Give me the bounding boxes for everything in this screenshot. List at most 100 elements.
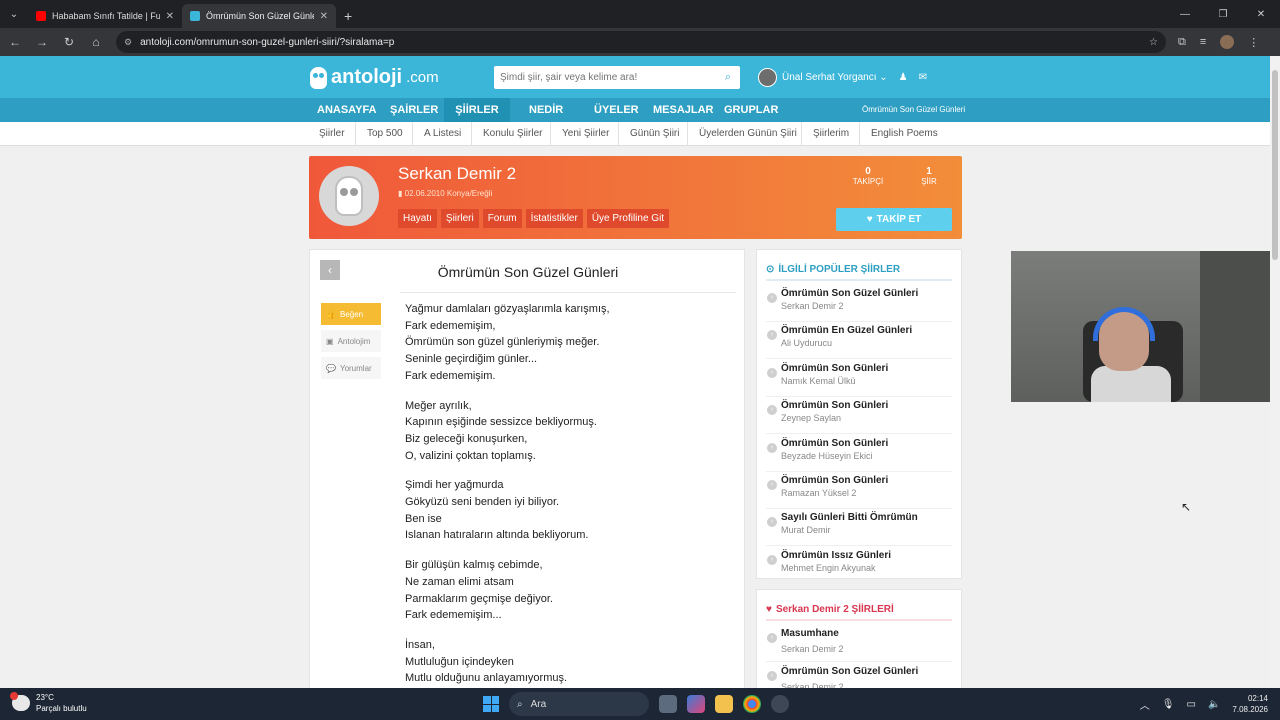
subnav-a-listesi[interactable]: A Listesi: [412, 122, 461, 145]
close-window-icon[interactable]: ✕: [1242, 0, 1280, 28]
poem-author[interactable]: Namık Kemal Ülkü: [781, 376, 856, 386]
address-bar[interactable]: ⚙ antoloji.com/omrumun-son-guzel-gunleri…: [116, 31, 1166, 53]
poem-link-title[interactable]: Ömrümün Issız Günleri: [781, 550, 891, 561]
notifications-icon[interactable]: ♟: [899, 72, 908, 83]
tab-istatistikler[interactable]: İstatistikler: [525, 209, 583, 228]
task-view-icon[interactable]: [659, 695, 677, 713]
poem-author[interactable]: Serkan Demir 2: [781, 301, 844, 311]
poem-link-title[interactable]: Ömrümün Son Günleri: [781, 475, 888, 486]
youtube-icon: [36, 11, 46, 21]
list-item[interactable]: › Ömrümün Son Günleri Ramazan Yüksel 2: [766, 472, 952, 509]
close-tab-icon[interactable]: ✕: [166, 11, 174, 22]
list-item[interactable]: › Masumhane Serkan Demir 2: [766, 625, 952, 662]
subnav-yeni-siirler[interactable]: Yeni Şiirler: [550, 122, 609, 145]
nav-current-poem[interactable]: Ömrümün Son Güzel Günleri: [862, 98, 965, 122]
subnav-konulu-siirler[interactable]: Konulu Şiirler: [471, 122, 542, 145]
antolojim-button[interactable]: ▣ Antolojim: [321, 330, 381, 352]
minimize-icon[interactable]: —: [1166, 0, 1204, 28]
site-info-icon[interactable]: ⚙: [124, 37, 132, 48]
clock[interactable]: 02:14 7.08.2026: [1232, 693, 1268, 715]
windows-start-icon[interactable]: [483, 696, 499, 712]
weather-widget[interactable]: 23°C Parçalı bulutlu: [10, 692, 87, 714]
reload-icon[interactable]: ↻: [57, 35, 81, 49]
chrome-icon[interactable]: [743, 695, 761, 713]
subnav-uyelerden-gunun-siiri[interactable]: Üyelerden Günün Şiiri: [687, 122, 797, 145]
poem-author[interactable]: Ali Uydurucu: [781, 338, 832, 348]
search-input[interactable]: [494, 67, 716, 88]
tab-siirleri[interactable]: Şiirleri: [440, 209, 479, 228]
poem-link-title[interactable]: Masumhane: [781, 628, 839, 639]
poem-link-title[interactable]: Ömrümün Son Günleri: [781, 438, 888, 449]
home-icon[interactable]: ⌂: [84, 35, 108, 49]
page-scrollbar[interactable]: [1270, 56, 1280, 688]
browser-tab-2[interactable]: Ömrümün Son Güzel Günleri Şi... ✕: [182, 4, 336, 28]
new-tab-icon[interactable]: +: [344, 4, 352, 28]
list-item[interactable]: › Sayılı Günleri Bitti Ömrümün Murat Demir: [766, 509, 952, 547]
subnav-siirler[interactable]: Şiirler: [308, 122, 345, 145]
taskbar-search[interactable]: ⌕ Ara: [509, 692, 649, 716]
profile-avatar[interactable]: [1220, 35, 1235, 49]
nav-siirler[interactable]: ŞİİRLER: [444, 98, 510, 122]
back-icon[interactable]: ←: [3, 35, 27, 49]
list-item[interactable]: › Ömrümün Son Günleri Zeynep Saylan: [766, 397, 952, 435]
poem-link-title[interactable]: Sayılı Günleri Bitti Ömrümün: [781, 512, 918, 523]
tab-uye-profili[interactable]: Üye Profiline Git: [586, 209, 670, 228]
tab-search-icon[interactable]: ⌄: [0, 0, 28, 28]
menu-icon[interactable]: ⋮: [1248, 36, 1259, 49]
obs-icon[interactable]: [771, 695, 789, 713]
nav-sairler[interactable]: ŞAİRLER: [382, 98, 446, 122]
search-icon[interactable]: ⌕: [716, 71, 740, 84]
file-explorer-icon[interactable]: [715, 695, 733, 713]
poem-author[interactable]: Murat Demir: [781, 525, 831, 535]
like-button[interactable]: 👍 Beğen: [321, 303, 381, 325]
list-item[interactable]: › Ömrümün En Güzel Günleri Ali Uydurucu: [766, 322, 952, 360]
nav-mesajlar[interactable]: MESAJLAR: [645, 98, 722, 122]
poem-link-title[interactable]: Ömrümün Son Güzel Günleri: [781, 288, 918, 299]
microphone-icon[interactable]: 🎙: [1162, 699, 1175, 710]
copilot-icon[interactable]: [687, 695, 705, 713]
list-item[interactable]: › Ömrümün Son Güzel Günleri Serkan Demir 2: [766, 663, 952, 688]
list-item[interactable]: › Ömrümün Son Günleri Beyzade Hüseyin Ekic…: [766, 435, 952, 472]
tray-overflow-icon[interactable]: ︿: [1140, 697, 1150, 712]
poem-link-title[interactable]: Ömrümün En Güzel Günleri: [781, 325, 912, 336]
close-tab-icon[interactable]: ✕: [320, 11, 328, 22]
nav-uyeler[interactable]: ÜYELER: [586, 98, 647, 122]
list-item[interactable]: › Ömrümün Son Güzel Günleri Serkan Demir 2: [766, 285, 952, 322]
subnav-top-500[interactable]: Top 500: [355, 122, 403, 145]
network-icon[interactable]: ▭: [1187, 699, 1196, 710]
nav-gruplar[interactable]: GRUPLAR: [716, 98, 786, 122]
volume-icon[interactable]: 🔈: [1208, 699, 1220, 710]
bookmark-star-icon[interactable]: ☆: [1149, 37, 1158, 48]
poem-author[interactable]: Zeynep Saylan: [781, 413, 841, 423]
poet-avatar[interactable]: [319, 166, 379, 226]
logo-suffix: .com: [406, 69, 439, 86]
reading-list-icon[interactable]: ≡: [1200, 36, 1206, 48]
comments-button[interactable]: 💬 Yorumlar: [321, 357, 381, 379]
extensions-icon[interactable]: ⧉: [1178, 36, 1186, 49]
poem-author[interactable]: Ramazan Yüksel 2: [781, 488, 856, 498]
poem-author[interactable]: Mehmet Engin Akyunak: [781, 563, 876, 573]
browser-tab-1[interactable]: Hababam Sınıfı Tatilde | Full HD ✕: [28, 4, 182, 28]
poem-link-title[interactable]: Ömrümün Son Günleri: [781, 400, 888, 411]
site-logo[interactable]: antoloji .com: [310, 66, 439, 89]
nav-anasayfa[interactable]: ANASAYFA: [309, 98, 385, 122]
user-menu[interactable]: Ünal Serhat Yorgancı ⌄ ♟ ✉: [758, 68, 927, 87]
list-item[interactable]: › Ömrümün Son Günleri Namık Kemal Ülkü: [766, 360, 952, 397]
tab-forum[interactable]: Forum: [482, 209, 522, 228]
poem-link-title[interactable]: Ömrümün Son Güzel Günleri: [781, 666, 918, 677]
subnav-gunun-siiri[interactable]: Günün Şiiri: [618, 122, 679, 145]
restore-icon[interactable]: ❐: [1204, 0, 1242, 28]
poem-link-title[interactable]: Ömrümün Son Günleri: [781, 363, 888, 374]
tab-hayati[interactable]: Hayatı: [398, 209, 437, 228]
forward-icon[interactable]: →: [30, 35, 54, 49]
poem-author[interactable]: Beyzade Hüseyin Ekici: [781, 451, 873, 461]
scrollbar-thumb[interactable]: [1272, 70, 1278, 260]
poem-author[interactable]: Serkan Demir 2: [781, 644, 844, 654]
poet-name[interactable]: Serkan Demir 2: [398, 164, 516, 184]
follow-button[interactable]: ♥ TAKİP ET: [836, 208, 952, 231]
list-item[interactable]: › Ömrümün Issız Günleri Mehmet Engin Akyun…: [766, 547, 952, 584]
nav-nedir[interactable]: NEDİR: [521, 98, 571, 122]
subnav-english-poems[interactable]: English Poems: [859, 122, 938, 145]
messages-icon[interactable]: ✉: [919, 72, 927, 83]
subnav-siirlerim[interactable]: Şiirlerim: [801, 122, 849, 145]
